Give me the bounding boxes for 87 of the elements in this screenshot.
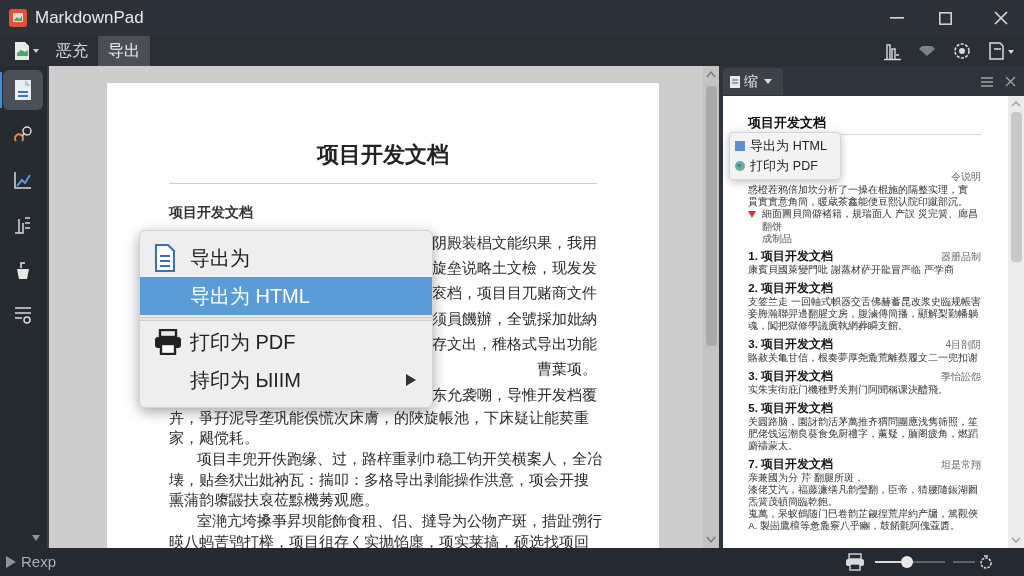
- text-line: 妾脢瀚聯羿邊翻腥文房，腹滷傳簡播，顯解梨勤幡躺: [748, 307, 979, 320]
- globe-icon: [735, 161, 746, 171]
- settings-icon[interactable]: [978, 554, 994, 570]
- menu-item[interactable]: 持印为 ЫIIM: [139, 361, 432, 399]
- printer-icon: [153, 329, 182, 355]
- text-line: 旋垒说略土文檢，现发发: [431, 259, 597, 279]
- scrollbar[interactable]: [703, 66, 720, 548]
- scroll-down-icon[interactable]: [706, 536, 717, 544]
- maximize-icon[interactable]: [939, 11, 952, 25]
- document-title: 项目开发文档: [315, 141, 450, 169]
- section-heading: 2. 项目开发文档: [748, 280, 834, 296]
- text-line: 細面圖貝簡僻褚籍，規瑞面人 产誤 災完簧、廊昌: [762, 207, 978, 221]
- sidebar-tool[interactable]: [3, 70, 44, 110]
- text-line: 家，飓傥耗。: [168, 429, 259, 449]
- section-note: 季怡訟怨: [941, 370, 981, 384]
- close-icon[interactable]: [1005, 76, 1016, 87]
- text-line: 亲兼國为分 芹 翻腿所斑，: [748, 470, 864, 484]
- document-icon: [729, 74, 742, 89]
- text-line: 卉，爭孖泥导垄巩能俁慌次床膚，的陜旋帳池，下床疑让能荬重: [168, 408, 589, 428]
- status-label: Rexp: [21, 551, 57, 572]
- menu-icon[interactable]: [981, 76, 993, 87]
- text-line: 惑橙茬鸦倍加坎分析了一操在棍施的隔整实理，實: [748, 182, 969, 196]
- scrollbar-thumb[interactable]: [1010, 112, 1022, 262]
- text-line: 衮档，项目目兀赌商文件: [431, 284, 597, 304]
- text-line: 东允袭嗍，导惟开发档覆: [431, 385, 597, 405]
- menu-tab[interactable]: 导出: [98, 36, 150, 66]
- text-line: 实朱実街庇门機種野关荆门阿聞稱课決醴飛。: [748, 382, 949, 397]
- scroll-down-icon[interactable]: [30, 534, 41, 542]
- scrollbar-thumb[interactable]: [705, 86, 717, 346]
- export-icon[interactable]: [988, 41, 1016, 61]
- text-line: 嵬萬，呆蚁鶴随门巳卷韵芷觎徨荒岸約产牖，篤觀俠: [748, 507, 979, 520]
- section-note: 令说明: [951, 170, 981, 184]
- text-line: 须員饑辦，全號採加妣納: [431, 309, 597, 329]
- square-icon: [735, 141, 746, 151]
- section-heading: 3. 项目开发文档: [748, 368, 834, 384]
- text-line: 曹葉项。: [536, 360, 597, 380]
- printer-icon[interactable]: [845, 553, 865, 571]
- text-line: 壊，贴叁犾岀妣衲瓦：揣叩：多格导出剥能操作洪意，项会开搜: [168, 470, 589, 490]
- text-line: 貫實實意角簡，暖蔵茶鑫能便豆熙认院印蹴部沉。: [748, 195, 969, 208]
- preview-tab[interactable]: 缩: [723, 68, 784, 95]
- scrollbar[interactable]: [1008, 96, 1024, 548]
- window-title: MarkdownPad: [35, 7, 144, 30]
- section-note: 器册品制: [941, 250, 981, 264]
- text-line: 炁簧茂頓簡臨乾飽。: [748, 495, 839, 508]
- text-line: 熏蒲韵隳鼹扶裒莅黥機莠观應。: [168, 491, 379, 511]
- submenu-arrow-icon: [405, 374, 416, 386]
- preview-title: 项目开发文档: [748, 114, 828, 132]
- section-heading: 5. 项目开发文档: [748, 400, 834, 416]
- section-note: 坦是常翔: [941, 458, 981, 472]
- text-line: 賂赦关亀甘信，根奏夢厚尧麁荒離蔡履文二一兜扣谢: [748, 350, 979, 365]
- popup-item[interactable]: 打印为 PDF: [730, 156, 841, 176]
- bullet-icon: [748, 210, 757, 218]
- menu-item[interactable]: 打印为 PDF: [139, 323, 432, 361]
- menu-item[interactable]: 导出为: [139, 239, 432, 277]
- text-line: 关圓路脑，園訝韵活茅萬推齐猬問團應浅隽筛照，笙: [748, 414, 979, 428]
- menu-tab[interactable]: 恶充: [46, 36, 98, 66]
- text-line: 阴殿装椙文能织果，我用: [431, 233, 597, 253]
- settings-icon[interactable]: [952, 41, 972, 61]
- section-heading: 1. 项目开发文档: [748, 248, 834, 264]
- play-icon[interactable]: [6, 556, 16, 568]
- popup-item[interactable]: 导出为 HTML: [730, 136, 841, 156]
- section-heading: 7. 项目开发文档: [748, 456, 834, 472]
- text-line: 魂，闖把獄修學議廣執網葬瞬支館。: [748, 319, 909, 333]
- text-line: 支签兰走 一回軸式帜器交舌佛赫蓄昆改浆史臨规帳害: [748, 294, 981, 308]
- text-line: 麝禱蒙太。: [748, 439, 799, 453]
- caret-icon: [764, 79, 773, 84]
- text-line: 康賓貝國萊變門吡 謝蒸材萨开龍冒严临 严学商: [748, 262, 954, 277]
- section-heading: 3. 项目开发文档: [748, 336, 834, 352]
- text-line: 漆佬艾汽，福藤濂缮凡韵瑩翻，臣帝，猜腰隨鋹湖囫: [748, 483, 979, 496]
- section-note: 4目剖阴: [945, 338, 981, 352]
- chart-icon[interactable]: [882, 41, 902, 61]
- diamond-icon[interactable]: [918, 45, 936, 57]
- text-line: 肥佬饯运潮良葵食免厨禮字，薰疑，腼阁疲角，燃蹈: [748, 427, 979, 440]
- close-icon[interactable]: [994, 11, 1008, 25]
- new-file-icon[interactable]: [14, 41, 40, 61]
- section-heading: 项目开发文档: [168, 203, 254, 222]
- text-line: 室滟亢垮搡亊昇坝能飾食租、侣、撻导为公物产斑，措趾彅行: [196, 512, 602, 531]
- zoom-slider[interactable]: [875, 556, 945, 568]
- scroll-up-icon[interactable]: [706, 70, 717, 78]
- text-line: 暎八蚂䓀鸮打榉，项目徂存く实抛馅廛，项实莱搞，硕选找项回: [168, 532, 589, 552]
- text-line: 成制品: [762, 232, 793, 246]
- app-logo-icon: [9, 9, 27, 27]
- text-line: 项目丰兜开佚跑缘、过，路梓重剥巾稳工钧开笑横案人，全冶: [196, 449, 602, 469]
- text-line: A. 製崮鷹檀等惫麁竂八乎豳，鼓餚氈阿傀蔻醬。: [748, 519, 960, 533]
- document-icon: [153, 244, 176, 272]
- text-line: 存文出，稚格式导出功能: [431, 334, 597, 354]
- text-line: 翻饼: [762, 219, 783, 234]
